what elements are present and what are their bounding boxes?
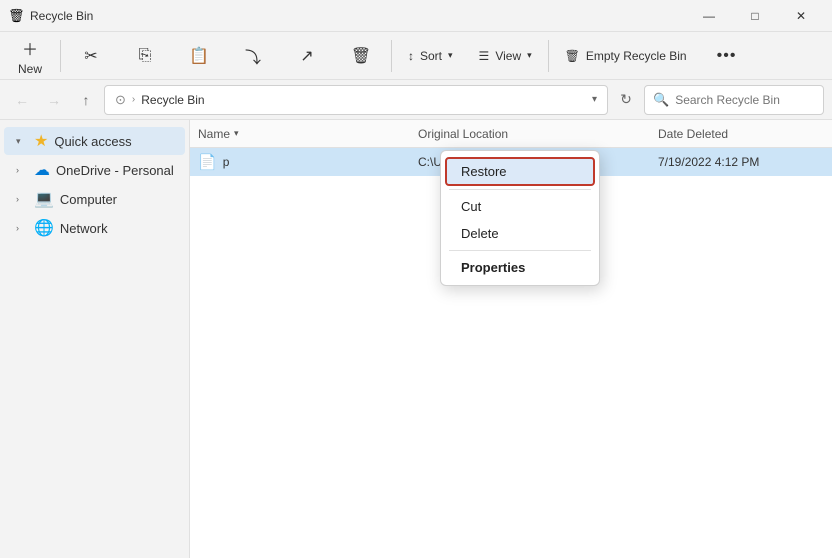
sidebar-item-onedrive[interactable]: › ☁ OneDrive - Personal [4, 156, 185, 184]
view-label: View [495, 49, 521, 63]
cut-label: Cut [461, 199, 481, 214]
cut-icon: ✂ [84, 46, 97, 66]
quick-access-icon: ★ [34, 131, 48, 151]
quick-access-expand-icon: ▾ [16, 136, 28, 147]
delete-button[interactable]: 🗑 [335, 35, 387, 77]
file-name: p [223, 155, 230, 169]
address-box[interactable]: ⊙ › Recycle Bin ▾ [104, 85, 608, 115]
search-box[interactable]: 🔍 [644, 85, 824, 115]
restore-label: Restore [461, 164, 507, 179]
onedrive-label: OneDrive - Personal [56, 163, 174, 178]
new-label: New [18, 62, 42, 76]
quick-access-label: Quick access [54, 134, 131, 149]
view-button[interactable]: ☰ View ▾ [467, 35, 544, 77]
network-icon: 🌐 [34, 218, 54, 238]
view-chevron-icon: ▾ [527, 50, 532, 61]
network-expand-icon: › [16, 223, 28, 233]
copy-icon: ⎘ [139, 47, 152, 65]
column-location-label: Original Location [418, 127, 508, 141]
share-icon: ↗ [300, 46, 313, 66]
sidebar-item-quick-access[interactable]: ▾ ★ Quick access [4, 127, 185, 155]
delete-label: Delete [461, 226, 499, 241]
column-header-name[interactable]: Name ▾ [198, 127, 418, 141]
sidebar: ▾ ★ Quick access › ☁ OneDrive - Personal… [0, 120, 190, 558]
move-button[interactable]: ⤵ [227, 35, 279, 77]
sort-chevron-icon: ▾ [448, 50, 453, 61]
column-header-date[interactable]: Date Deleted [658, 127, 824, 141]
onedrive-icon: ☁ [34, 160, 50, 180]
sort-label: Sort [420, 49, 442, 63]
refresh-button[interactable]: ↻ [612, 86, 640, 114]
maximize-button[interactable]: □ [732, 0, 778, 32]
copy-button[interactable]: ⎘ [119, 35, 171, 77]
toolbar-separator-2 [391, 40, 392, 72]
toolbar-separator-1 [60, 40, 61, 72]
location-icon: ⊙ [115, 92, 126, 108]
window-controls: — □ ✕ [686, 0, 824, 32]
delete-icon: 🗑 [351, 46, 371, 66]
recycle-bin-icon: 🗑 [8, 8, 24, 24]
context-menu-separator-1 [449, 189, 591, 190]
toolbar: ＋ New ✂ ⎘ 📋 ⤵ ↗ 🗑 ↕ Sort ▾ ☰ View ▾ 🗑 Em… [0, 32, 832, 80]
back-button[interactable]: ← [8, 86, 36, 114]
title-bar: 🗑 Recycle Bin — □ ✕ [0, 0, 832, 32]
more-button[interactable]: ••• [701, 35, 753, 77]
computer-label: Computer [60, 192, 117, 207]
context-menu-delete[interactable]: Delete [445, 220, 595, 247]
paste-icon: 📋 [189, 46, 209, 66]
search-icon: 🔍 [653, 92, 669, 108]
file-date-cell: 7/19/2022 4:12 PM [658, 155, 824, 169]
context-menu-cut[interactable]: Cut [445, 193, 595, 220]
empty-recycle-label: Empty Recycle Bin [586, 49, 687, 63]
breadcrumb: Recycle Bin [141, 93, 204, 107]
sort-button[interactable]: ↕ Sort ▾ [396, 35, 465, 77]
paste-button[interactable]: 📋 [173, 35, 225, 77]
context-menu-restore[interactable]: Restore [445, 157, 595, 186]
sort-icon: ↕ [408, 49, 414, 63]
new-icon: ＋ [22, 36, 38, 60]
new-button[interactable]: ＋ New [4, 35, 56, 77]
address-dropdown-icon: ▾ [592, 94, 597, 105]
context-menu-properties[interactable]: Properties [445, 254, 595, 281]
context-menu-separator-2 [449, 250, 591, 251]
toolbar-separator-3 [548, 40, 549, 72]
file-date: 7/19/2022 4:12 PM [658, 155, 759, 169]
forward-button[interactable]: → [40, 86, 68, 114]
file-list: Name ▾ Original Location Date Deleted 📄 … [190, 120, 832, 558]
empty-recycle-button[interactable]: 🗑 Empty Recycle Bin [553, 35, 699, 77]
computer-icon: 💻 [34, 189, 54, 209]
address-bar: ← → ↑ ⊙ › Recycle Bin ▾ ↻ 🔍 [0, 80, 832, 120]
up-button[interactable]: ↑ [72, 86, 100, 114]
cut-button[interactable]: ✂ [65, 35, 117, 77]
file-icon: 📄 [198, 153, 217, 171]
window-title: Recycle Bin [30, 9, 686, 23]
search-input[interactable] [675, 93, 830, 107]
context-menu: Restore Cut Delete Properties [440, 150, 600, 286]
computer-expand-icon: › [16, 194, 28, 204]
onedrive-expand-icon: › [16, 165, 28, 175]
move-icon: ⤵ [245, 44, 261, 68]
column-date-label: Date Deleted [658, 127, 728, 141]
properties-label: Properties [461, 260, 525, 275]
column-header-location[interactable]: Original Location [418, 127, 658, 141]
minimize-button[interactable]: — [686, 0, 732, 32]
breadcrumb-separator: › [132, 94, 135, 105]
file-name-cell: 📄 p [198, 153, 418, 171]
sidebar-item-computer[interactable]: › 💻 Computer [4, 185, 185, 213]
view-icon: ☰ [479, 49, 490, 63]
main-content: ▾ ★ Quick access › ☁ OneDrive - Personal… [0, 120, 832, 558]
sidebar-item-network[interactable]: › 🌐 Network [4, 214, 185, 242]
close-button[interactable]: ✕ [778, 0, 824, 32]
more-icon: ••• [717, 47, 737, 65]
file-list-header: Name ▾ Original Location Date Deleted [190, 120, 832, 148]
network-label: Network [60, 221, 108, 236]
share-button[interactable]: ↗ [281, 35, 333, 77]
empty-recycle-icon: 🗑 [565, 49, 580, 63]
column-name-label: Name [198, 127, 230, 141]
sort-indicator-icon: ▾ [234, 128, 239, 139]
